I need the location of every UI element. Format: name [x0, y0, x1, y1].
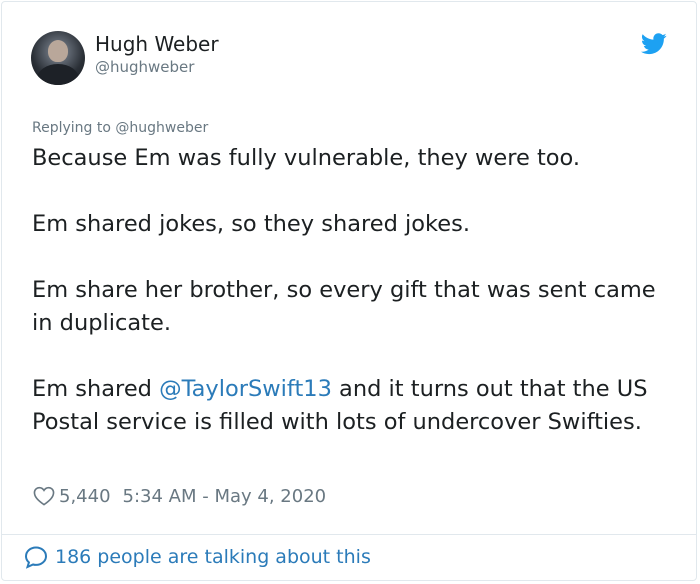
tweet-meta: 5,440 5:34 AM - May 4, 2020 — [33, 483, 326, 509]
conversation-link[interactable]: 186 people are talking about this — [24, 545, 371, 569]
tweet-paragraph: Em shared @TaylorSwift13 and it turns ou… — [32, 373, 672, 439]
avatar[interactable] — [31, 31, 85, 85]
speech-bubble-icon — [24, 546, 48, 569]
tweet-paragraph: Em shared jokes, so they shared jokes. — [32, 211, 471, 237]
tweet-text: Because Em was fully vulnerable, they we… — [32, 142, 672, 439]
tweet-paragraph: Em share her brother, so every gift that… — [32, 277, 656, 336]
heart-icon[interactable] — [33, 486, 55, 506]
replying-to[interactable]: Replying to @hughweber — [32, 120, 208, 136]
avatar-body — [37, 64, 79, 85]
timestamp[interactable]: 5:34 AM - May 4, 2020 — [123, 486, 327, 507]
author-name[interactable]: Hugh Weber — [95, 32, 219, 56]
conversation-label[interactable]: 186 people are talking about this — [55, 546, 371, 568]
like-count[interactable]: 5,440 — [59, 486, 111, 507]
mention-link[interactable]: @TaylorSwift13 — [159, 376, 332, 402]
divider — [1, 534, 696, 535]
avatar-head — [48, 40, 68, 62]
tweet-text-segment: Em shared — [32, 376, 160, 402]
twitter-bird-icon[interactable] — [641, 33, 667, 55]
tweet-paragraph: Because Em was fully vulnerable, they we… — [32, 145, 581, 171]
author-handle[interactable]: @hughweber — [95, 58, 194, 76]
